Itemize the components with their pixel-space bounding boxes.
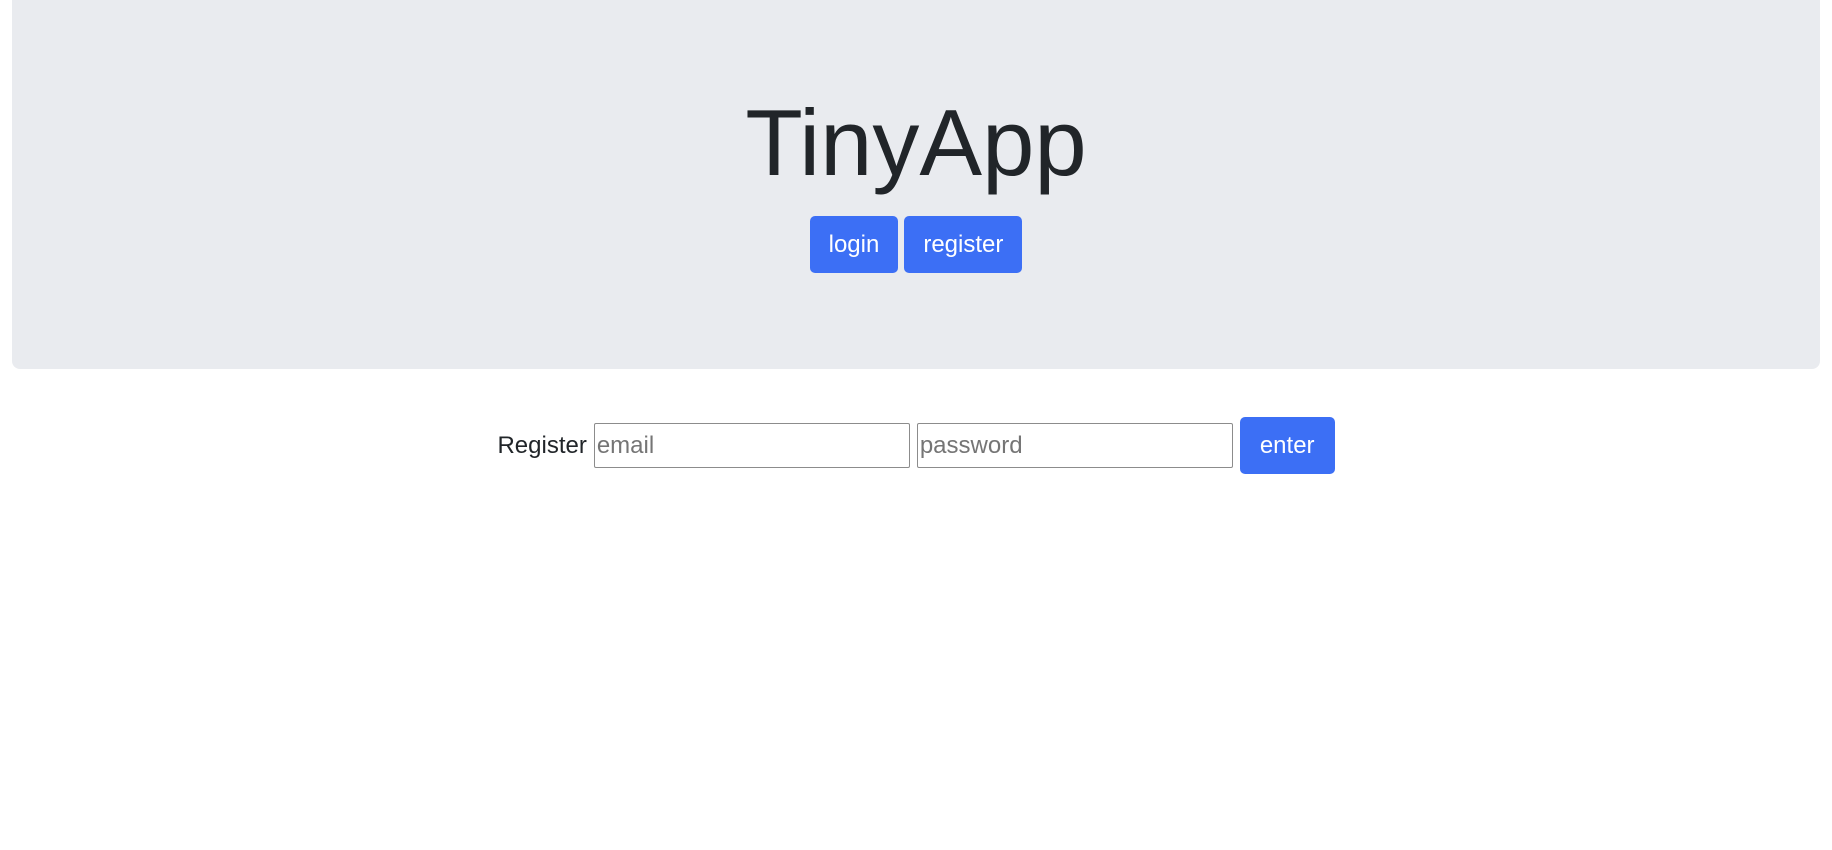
- register-form: Register enter: [0, 417, 1832, 474]
- register-button[interactable]: register: [904, 216, 1023, 273]
- jumbotron-header: TinyApp login register: [12, 0, 1820, 369]
- register-form-label: Register: [497, 431, 587, 459]
- login-button[interactable]: login: [809, 216, 899, 273]
- email-input[interactable]: [593, 423, 910, 468]
- enter-button[interactable]: enter: [1239, 417, 1335, 474]
- auth-nav: login register: [12, 216, 1820, 273]
- password-input[interactable]: [916, 423, 1233, 468]
- app-title: TinyApp: [745, 90, 1087, 195]
